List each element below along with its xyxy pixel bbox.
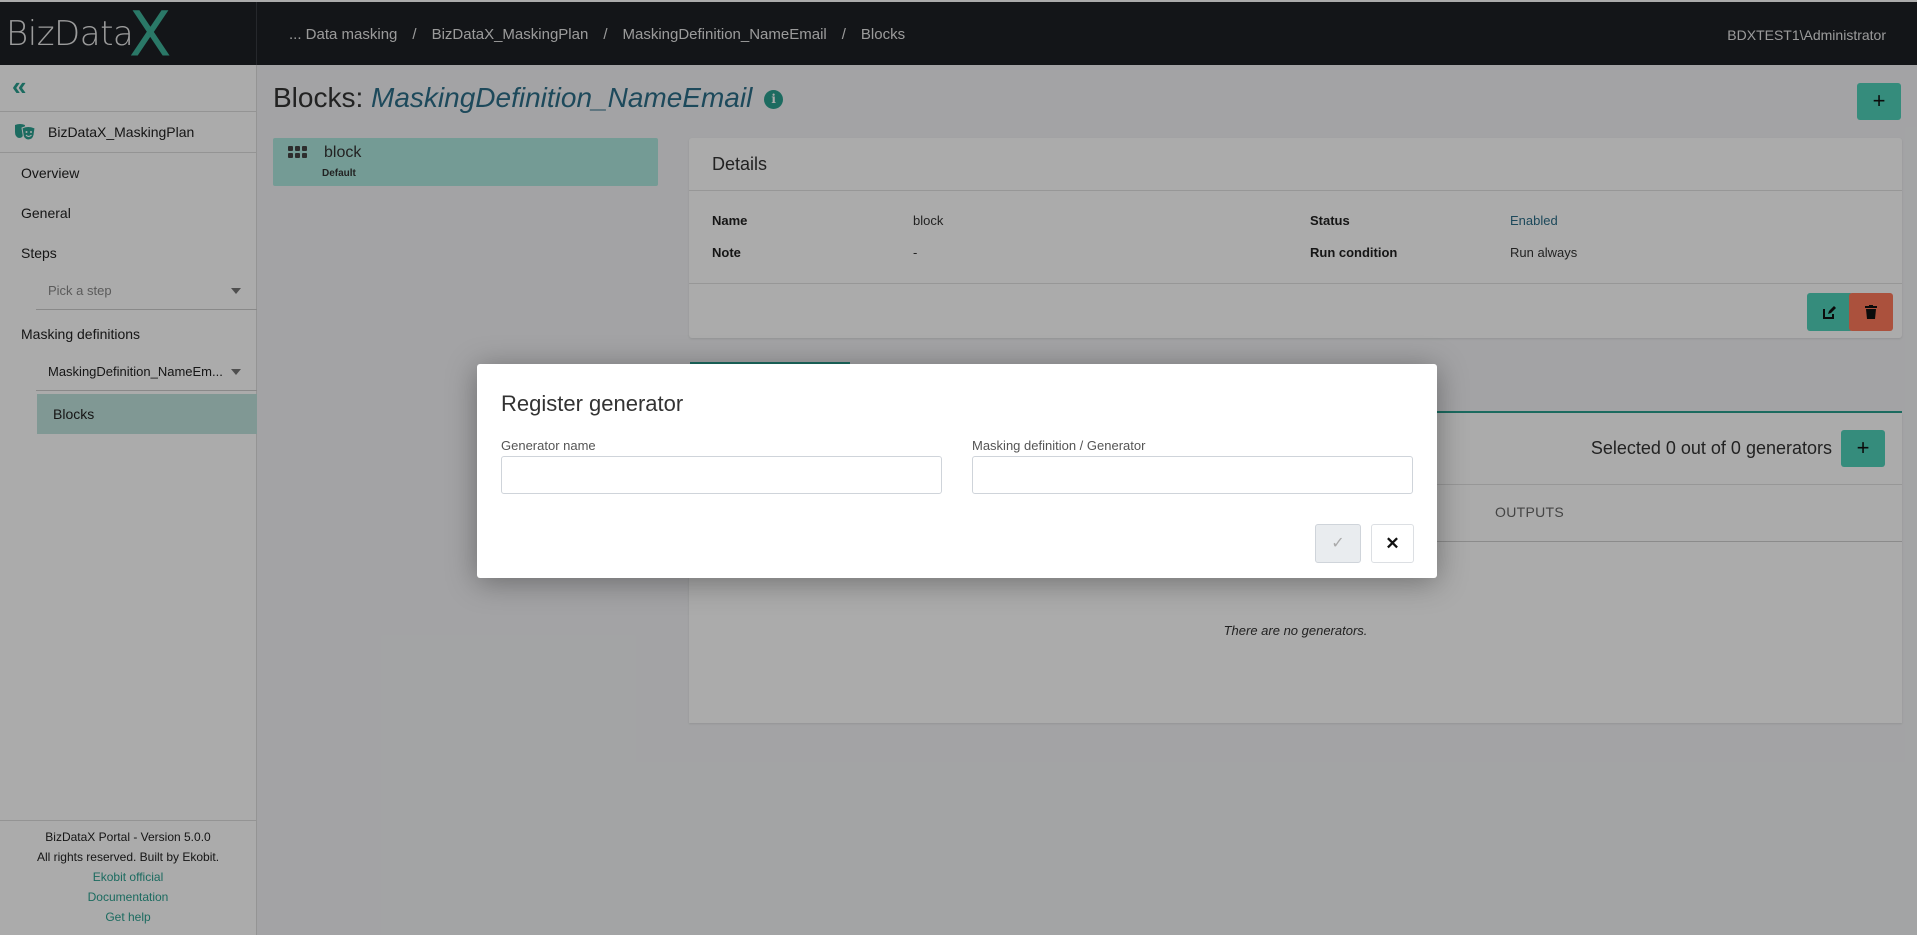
register-generator-dialog: Register generator Generator name Maskin… (477, 364, 1437, 578)
masking-generator-input[interactable] (972, 456, 1413, 494)
cancel-button[interactable]: ✕ (1371, 524, 1414, 563)
check-icon: ✓ (1331, 535, 1345, 552)
generator-name-input[interactable] (501, 456, 942, 494)
masking-generator-label: Masking definition / Generator (972, 438, 1146, 453)
close-icon: ✕ (1385, 534, 1400, 553)
confirm-button[interactable]: ✓ (1315, 524, 1361, 563)
dialog-title: Register generator (501, 391, 684, 416)
generator-name-label: Generator name (501, 438, 596, 453)
